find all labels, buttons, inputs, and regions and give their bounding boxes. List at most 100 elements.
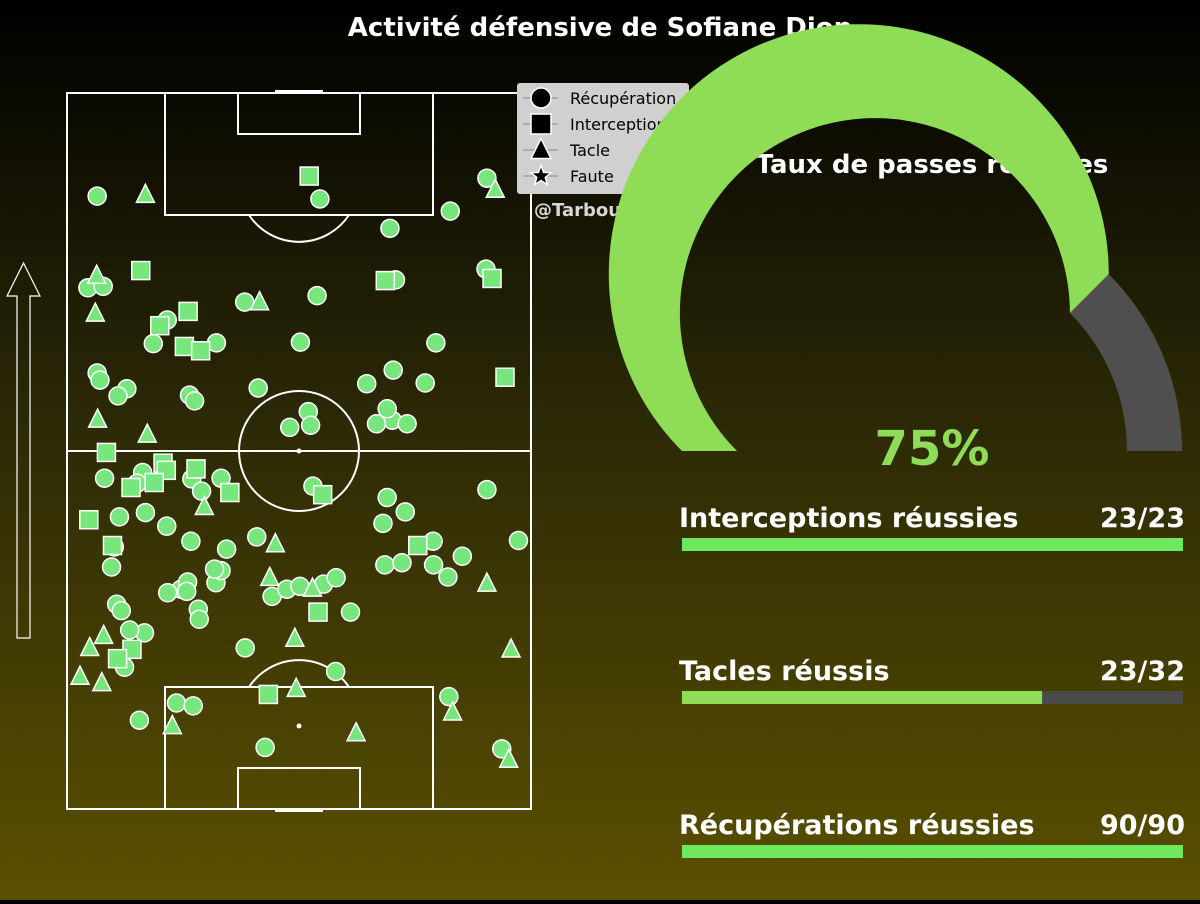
event-markers xyxy=(69,166,529,768)
marker-circle xyxy=(255,737,275,758)
legend-label: Interception xyxy=(570,115,667,134)
stat-bars: Interceptions réussies 23/23 Tacles réussi… xyxy=(679,503,1185,858)
marker-triangle xyxy=(500,637,522,658)
marker-circle xyxy=(191,481,212,501)
marker-triangle xyxy=(93,623,114,645)
marker-circle xyxy=(508,530,529,551)
marker-triangle xyxy=(91,670,113,692)
marker-circle xyxy=(101,557,122,577)
marker-circle xyxy=(183,696,203,716)
marker-square xyxy=(107,648,128,669)
marker-circle xyxy=(157,516,177,536)
pass-gauge xyxy=(608,24,1182,451)
marker-circle xyxy=(216,539,237,559)
marker-triangle xyxy=(137,422,158,443)
marker-triangle xyxy=(135,182,156,204)
marker-circle xyxy=(189,609,209,630)
stat-value: 23/32 xyxy=(1100,656,1185,687)
marker-circle xyxy=(129,710,150,730)
marker-circle xyxy=(90,370,110,390)
marker-circle xyxy=(290,332,311,352)
marker-square xyxy=(79,509,99,530)
marker-square xyxy=(178,301,198,322)
marker-triangle xyxy=(345,721,367,742)
marker-circle xyxy=(143,333,164,354)
stat-value: 90/90 xyxy=(1100,810,1185,841)
marker-circle xyxy=(375,555,395,575)
legend-label: Tacle xyxy=(569,141,610,160)
marker-circle xyxy=(439,686,459,707)
marker-circle xyxy=(310,189,330,209)
marker-circle xyxy=(395,502,416,522)
marker-circle xyxy=(356,373,377,394)
stat-label: Récupérations réussies xyxy=(679,810,1035,841)
marker-square xyxy=(299,166,319,186)
marker-circle xyxy=(415,373,435,393)
chart-canvas: Activité défensive de Sofiane Diop Récup… xyxy=(6,13,1185,858)
marker-square xyxy=(375,270,396,291)
marker-circle xyxy=(109,507,130,527)
marker-circle xyxy=(423,555,444,575)
marker-circle xyxy=(184,391,205,411)
marker-circle xyxy=(397,414,417,434)
marker-circle xyxy=(392,552,412,573)
marker-triangle xyxy=(284,626,306,647)
marker-circle xyxy=(94,468,115,488)
marker-square xyxy=(174,336,195,357)
marker-circle xyxy=(247,527,267,547)
marker-square xyxy=(121,477,141,498)
marker-circle xyxy=(87,186,107,206)
top-penalty-area xyxy=(164,92,434,216)
marker-circle xyxy=(119,620,140,640)
marker-circle xyxy=(135,502,156,523)
football-pitch xyxy=(66,90,532,812)
marker-square xyxy=(495,367,515,388)
stat-bar-fill xyxy=(682,538,1183,551)
top-penalty-arc xyxy=(248,214,350,243)
marker-circle xyxy=(176,581,197,602)
marker-circle xyxy=(340,602,361,622)
marker-square xyxy=(308,602,328,622)
stat-label: Tacles réussis xyxy=(679,656,890,687)
marker-circle xyxy=(108,386,128,406)
marker-square xyxy=(186,459,206,479)
marker-triangle xyxy=(85,301,106,322)
stat-label: Interceptions réussies xyxy=(679,503,1018,534)
stat-value: 23/23 xyxy=(1100,503,1185,534)
marker-square xyxy=(96,442,117,463)
top-goal-area xyxy=(237,92,361,135)
marker-square xyxy=(150,315,170,336)
marker-square xyxy=(312,484,333,505)
marker-square xyxy=(131,260,151,281)
marker-circle xyxy=(366,414,387,434)
marker-square xyxy=(144,472,164,493)
marker-triangle xyxy=(87,407,108,428)
marker-circle xyxy=(300,415,321,435)
marker-triangle xyxy=(476,571,498,592)
marker-circle xyxy=(181,531,201,551)
marker-circle xyxy=(204,559,225,579)
marker-square xyxy=(102,535,123,556)
marker-circle xyxy=(166,693,187,713)
marker-square xyxy=(258,684,279,705)
marker-square xyxy=(408,535,428,556)
marker-circle xyxy=(383,360,403,380)
marker-triangle xyxy=(265,532,286,553)
marker-circle xyxy=(452,546,473,567)
bottom-penalty-area xyxy=(164,686,434,810)
marker-square xyxy=(190,341,211,361)
marker-circle xyxy=(438,567,458,587)
marker-circle xyxy=(377,487,397,508)
marker-square xyxy=(220,482,240,503)
stat-bar-fill xyxy=(682,845,1183,858)
marker-circle xyxy=(325,661,346,682)
stat-bar-fill xyxy=(682,691,1043,704)
marker-circle xyxy=(307,285,327,306)
attack-direction-arrow xyxy=(6,261,41,639)
legend-label: Faute xyxy=(570,167,614,186)
marker-circle xyxy=(373,513,393,534)
marker-triangle xyxy=(69,664,91,685)
marker-square xyxy=(482,268,502,289)
marker-circle xyxy=(279,417,300,438)
gauge-remaining-arc xyxy=(1069,274,1182,451)
